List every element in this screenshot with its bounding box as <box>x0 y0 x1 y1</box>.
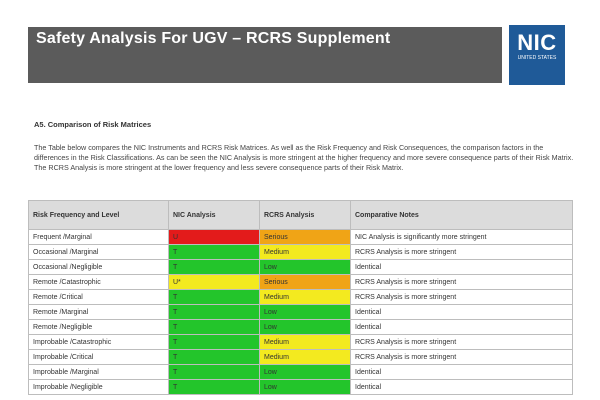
nic-analysis-cell: U <box>168 229 260 245</box>
rcrs-analysis-cell: Serious <box>259 229 351 245</box>
header-comparative-notes: Comparative Notes <box>350 200 573 230</box>
rcrs-analysis-cell: Low <box>259 259 351 275</box>
comparative-note-cell: RCRS Analysis is more stringent <box>350 244 573 260</box>
table-row: Occasional /Marginal T Medium RCRS Analysis… <box>28 244 573 260</box>
table-row: Improbable /Negligible T Low Identical <box>28 379 573 395</box>
risk-frequency-cell: Remote /Critical <box>28 289 169 305</box>
nic-analysis-cell: T <box>168 379 260 395</box>
nic-analysis-cell: T <box>168 334 260 350</box>
nic-analysis-cell: T <box>168 304 260 320</box>
risk-frequency-cell: Improbable /Marginal <box>28 364 169 380</box>
risk-frequency-cell: Occasional /Marginal <box>28 244 169 260</box>
risk-frequency-cell: Occasional /Negligible <box>28 259 169 275</box>
section-heading: A5. Comparison of Risk Matrices <box>34 120 152 129</box>
header-nic-analysis: NIC Analysis <box>168 200 260 230</box>
nic-logo: NIC UNITED STATES <box>509 25 565 85</box>
risk-comparison-table: Risk Frequency and Level NIC Analysis RC… <box>28 200 573 395</box>
comparative-note-cell: Identical <box>350 304 573 320</box>
nic-analysis-cell: T <box>168 244 260 260</box>
table-row: Remote /Marginal T Low Identical <box>28 304 573 320</box>
table-row: Improbable /Critical T Medium RCRS Analysis… <box>28 349 573 365</box>
comparative-note-cell: RCRS Analysis is more stringent <box>350 289 573 305</box>
rcrs-analysis-cell: Low <box>259 304 351 320</box>
comparative-note-cell: RCRS Analysis is more stringent <box>350 349 573 365</box>
logo-text: NIC <box>517 30 557 55</box>
table-row: Frequent /Marginal U Serious NIC Analysis i… <box>28 229 573 245</box>
comparative-note-cell: Identical <box>350 379 573 395</box>
rcrs-analysis-cell: Medium <box>259 349 351 365</box>
rcrs-analysis-cell: Low <box>259 379 351 395</box>
rcrs-analysis-cell: Medium <box>259 244 351 260</box>
table-row: Improbable /Catastrophic T Medium RCRS Anal… <box>28 334 573 350</box>
rcrs-analysis-cell: Low <box>259 319 351 335</box>
risk-frequency-cell: Remote /Catastrophic <box>28 274 169 290</box>
table-row: Occasional /Negligible T Low Identical <box>28 259 573 275</box>
risk-frequency-cell: Frequent /Marginal <box>28 229 169 245</box>
document-title: Safety Analysis For UGV – RCRS Supplemen… <box>36 30 391 47</box>
comparative-note-cell: RCRS Analysis is more stringent <box>350 334 573 350</box>
nic-analysis-cell: U* <box>168 274 260 290</box>
comparative-note-cell: Identical <box>350 319 573 335</box>
rcrs-analysis-cell: Low <box>259 364 351 380</box>
intro-paragraph: The Table below compares the NIC Instrum… <box>34 143 574 172</box>
table-row: Remote /Catastrophic U* Serious RCRS Analys… <box>28 274 573 290</box>
risk-frequency-cell: Improbable /Negligible <box>28 379 169 395</box>
rcrs-analysis-cell: Medium <box>259 334 351 350</box>
nic-analysis-cell: T <box>168 289 260 305</box>
table-row: Remote /Negligible T Low Identical <box>28 319 573 335</box>
comparative-note-cell: NIC Analysis is significantly more strin… <box>350 229 573 245</box>
table-row: Improbable /Marginal T Low Identical <box>28 364 573 380</box>
risk-frequency-cell: Improbable /Catastrophic <box>28 334 169 350</box>
rcrs-analysis-cell: Medium <box>259 289 351 305</box>
comparative-note-cell: RCRS Analysis is more stringent <box>350 274 573 290</box>
table-header-row: Risk Frequency and Level NIC Analysis RC… <box>28 200 573 230</box>
rcrs-analysis-cell: Serious <box>259 274 351 290</box>
nic-analysis-cell: T <box>168 319 260 335</box>
table-row: Remote /Critical T Medium RCRS Analysis is … <box>28 289 573 305</box>
header-bar: Safety Analysis For UGV – RCRS Supplemen… <box>28 27 502 83</box>
logo-subtext: UNITED STATES <box>517 55 557 61</box>
nic-analysis-cell: T <box>168 259 260 275</box>
comparative-note-cell: Identical <box>350 259 573 275</box>
risk-frequency-cell: Improbable /Critical <box>28 349 169 365</box>
nic-analysis-cell: T <box>168 349 260 365</box>
table-body: Frequent /Marginal U Serious NIC Analysis i… <box>28 229 573 395</box>
header-risk-frequency: Risk Frequency and Level <box>28 200 169 230</box>
risk-frequency-cell: Remote /Marginal <box>28 304 169 320</box>
risk-frequency-cell: Remote /Negligible <box>28 319 169 335</box>
header-rcrs-analysis: RCRS Analysis <box>259 200 351 230</box>
comparative-note-cell: Identical <box>350 364 573 380</box>
nic-analysis-cell: T <box>168 364 260 380</box>
